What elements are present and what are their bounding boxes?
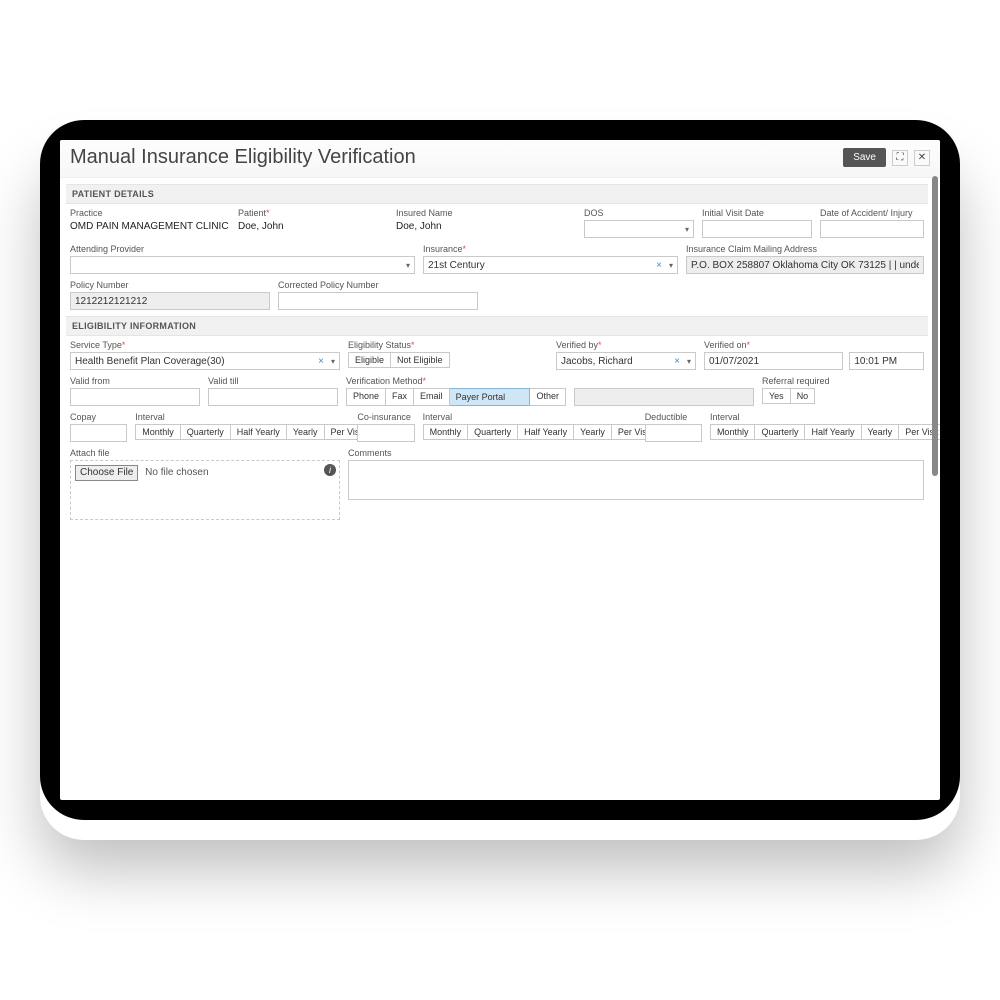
copay-label: Copay <box>70 412 127 422</box>
method-phone[interactable]: Phone <box>346 388 386 406</box>
coinsurance-interval[interactable]: MonthlyQuarterlyHalf YearlyYearlyPer Vis… <box>423 424 637 440</box>
interval-monthly[interactable]: Monthly <box>135 424 181 440</box>
interval-half-yearly[interactable]: Half Yearly <box>231 424 287 440</box>
insurance-clear-icon[interactable]: × <box>656 260 662 271</box>
interval-yearly[interactable]: Yearly <box>574 424 612 440</box>
scrollbar[interactable] <box>932 176 938 476</box>
verified-by-label: Verified by* <box>556 340 696 350</box>
interval-monthly[interactable]: Monthly <box>423 424 469 440</box>
policy-input <box>70 292 270 310</box>
service-type-label: Service Type* <box>70 340 340 350</box>
interval-half-yearly[interactable]: Half Yearly <box>518 424 574 440</box>
accident-input[interactable] <box>820 220 924 238</box>
initial-visit-label: Initial Visit Date <box>702 208 812 218</box>
deductible-input[interactable] <box>645 424 702 442</box>
comments-label: Comments <box>348 448 924 458</box>
referral-toggle[interactable]: Yes No <box>762 388 924 404</box>
interval-quarterly[interactable]: Quarterly <box>468 424 518 440</box>
deductible-interval[interactable]: MonthlyQuarterlyHalf YearlyYearlyPer Vis… <box>710 424 924 440</box>
info-icon[interactable]: i <box>324 464 336 476</box>
patient-label: Patient* <box>238 208 388 218</box>
expand-icon[interactable]: ⛶ <box>892 150 908 166</box>
choose-file-button[interactable]: Choose File <box>75 465 138 481</box>
verified-by-clear-icon[interactable]: × <box>674 356 680 367</box>
patient-details-header: PATIENT DETAILS <box>66 184 928 204</box>
verified-by-select[interactable]: Jacobs, Richard × <box>556 352 696 370</box>
verified-on-date[interactable] <box>704 352 843 370</box>
close-icon[interactable]: ✕ <box>914 150 930 166</box>
app-screen: Manual Insurance Eligibility Verificatio… <box>60 140 940 800</box>
interval-quarterly[interactable]: Quarterly <box>755 424 805 440</box>
method-label: Verification Method* <box>346 376 566 386</box>
status-toggle[interactable]: Eligible Not Eligible <box>348 352 548 368</box>
insurance-label: Insurance* <box>423 244 678 254</box>
coinsurance-interval-label: Interval <box>423 412 637 422</box>
attach-dropzone[interactable]: Choose File No file chosen i <box>70 460 340 520</box>
attach-label: Attach file <box>70 448 340 458</box>
deductible-label: Deductible <box>645 412 702 422</box>
tablet-frame: Manual Insurance Eligibility Verificatio… <box>40 120 960 820</box>
status-eligible[interactable]: Eligible <box>348 352 391 368</box>
service-type-clear-icon[interactable]: × <box>318 356 324 367</box>
interval-quarterly[interactable]: Quarterly <box>181 424 231 440</box>
valid-till-input[interactable] <box>208 388 338 406</box>
attending-label: Attending Provider <box>70 244 415 254</box>
insured-value: Doe, John <box>396 220 576 232</box>
copay-interval[interactable]: MonthlyQuarterlyHalf YearlyYearlyPer Vis… <box>135 424 349 440</box>
eligibility-header: ELIGIBILITY INFORMATION <box>66 316 928 336</box>
copay-input[interactable] <box>70 424 127 442</box>
method-toggle[interactable]: PhoneFaxEmailPayer PortalOther <box>346 388 566 406</box>
interval-half-yearly[interactable]: Half Yearly <box>805 424 861 440</box>
comments-input[interactable] <box>348 460 924 500</box>
dos-select[interactable] <box>584 220 694 238</box>
copay-interval-label: Interval <box>135 412 349 422</box>
service-type-select[interactable]: Health Benefit Plan Coverage(30) × <box>70 352 340 370</box>
page-title: Manual Insurance Eligibility Verificatio… <box>70 146 416 169</box>
interval-yearly[interactable]: Yearly <box>862 424 900 440</box>
status-not-eligible[interactable]: Not Eligible <box>391 352 450 368</box>
insured-label: Insured Name <box>396 208 576 218</box>
valid-from-input[interactable] <box>70 388 200 406</box>
policy-label: Policy Number <box>70 280 270 290</box>
accident-label: Date of Accident/ Injury <box>820 208 924 218</box>
method-payer-portal[interactable]: Payer Portal <box>450 388 531 406</box>
referral-yes[interactable]: Yes <box>762 388 791 404</box>
mailing-label: Insurance Claim Mailing Address <box>686 244 924 254</box>
interval-yearly[interactable]: Yearly <box>287 424 325 440</box>
titlebar: Manual Insurance Eligibility Verificatio… <box>60 140 940 178</box>
save-button[interactable]: Save <box>843 148 886 167</box>
deductible-interval-label: Interval <box>710 412 924 422</box>
practice-value: OMD PAIN MANAGEMENT CLINIC <box>70 220 230 232</box>
referral-no[interactable]: No <box>791 388 816 404</box>
attending-select[interactable] <box>70 256 415 274</box>
coinsurance-input[interactable] <box>357 424 414 442</box>
method-email[interactable]: Email <box>414 388 450 406</box>
method-other[interactable]: Other <box>530 388 566 406</box>
corrected-policy-label: Corrected Policy Number <box>278 280 478 290</box>
file-status: No file chosen <box>145 467 208 478</box>
verified-on-label: Verified on* <box>704 340 924 350</box>
method-extra-input <box>574 388 754 406</box>
corrected-policy-input[interactable] <box>278 292 478 310</box>
referral-label: Referral required <box>762 376 924 386</box>
interval-monthly[interactable]: Monthly <box>710 424 756 440</box>
practice-label: Practice <box>70 208 230 218</box>
coinsurance-label: Co-insurance <box>357 412 414 422</box>
patient-value: Doe, John <box>238 220 388 232</box>
blank-disabled-label <box>574 376 754 386</box>
status-label: Eligibility Status* <box>348 340 548 350</box>
valid-from-label: Valid from <box>70 376 200 386</box>
verified-on-time[interactable] <box>849 352 924 370</box>
mailing-input <box>686 256 924 274</box>
insurance-select[interactable]: 21st Century × <box>423 256 678 274</box>
initial-visit-input[interactable] <box>702 220 812 238</box>
method-fax[interactable]: Fax <box>386 388 414 406</box>
valid-till-label: Valid till <box>208 376 338 386</box>
dos-label: DOS <box>584 208 694 218</box>
